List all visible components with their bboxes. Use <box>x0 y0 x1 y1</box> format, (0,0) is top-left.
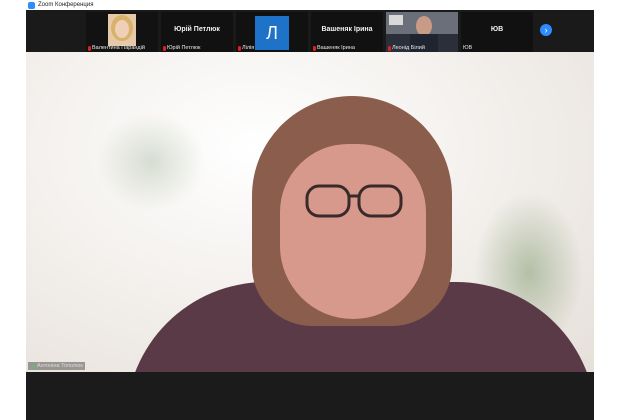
participant-name-label: ЮВ <box>463 45 473 51</box>
participant-name-label: Вашеняк Ірина <box>313 45 355 51</box>
participant-tile[interactable]: Леонід Білий <box>386 12 458 52</box>
muted-mic-icon <box>88 45 91 51</box>
participant-name-label: Лілія <box>238 45 254 51</box>
signal-icon <box>30 363 35 369</box>
background-plant <box>96 112 206 212</box>
bottom-bar <box>26 372 594 420</box>
title-bar: Zoom Конференция <box>26 0 594 10</box>
participant-tile[interactable]: Л Лілія <box>236 12 308 52</box>
active-speaker-label: Антоніна Тополюк <box>28 362 85 370</box>
avatar: Л <box>255 16 289 50</box>
participant-display-name: Юрій Петлюк <box>174 26 220 33</box>
active-speaker-video: Антоніна Тополюк <box>26 52 594 372</box>
chevron-right-icon[interactable]: › <box>540 24 552 36</box>
participant-tile[interactable]: ЮВ ЮВ <box>461 12 533 52</box>
participant-strip: Валентина Парандій Юрій Петлюк Юрій Петл… <box>26 10 594 52</box>
zoom-logo-icon <box>28 1 35 9</box>
participant-name-label: Валентина Парандій <box>88 45 145 51</box>
window-title: Zoom Конференция <box>38 2 94 8</box>
muted-mic-icon <box>163 45 166 51</box>
participant-tile[interactable]: Юрій Петлюк Юрій Петлюк <box>161 12 233 52</box>
muted-mic-icon <box>238 45 241 51</box>
muted-mic-icon <box>313 45 316 51</box>
participant-display-name: ЮВ <box>490 26 504 33</box>
zoom-window: Zoom Конференция Валентина Парандій Юрій… <box>26 0 594 420</box>
muted-mic-icon <box>388 45 391 51</box>
participant-tile[interactable]: Валентина Парандій <box>86 12 158 52</box>
participant-name-label: Юрій Петлюк <box>163 45 200 51</box>
participant-display-name: Вашеняк Ірина <box>321 26 373 33</box>
speaker-face <box>280 144 426 319</box>
participant-tile[interactable]: Вашеняк Ірина Вашеняк Ірина <box>311 12 383 52</box>
speaker-glasses <box>305 184 403 218</box>
participant-name-label: Леонід Білий <box>388 45 425 51</box>
